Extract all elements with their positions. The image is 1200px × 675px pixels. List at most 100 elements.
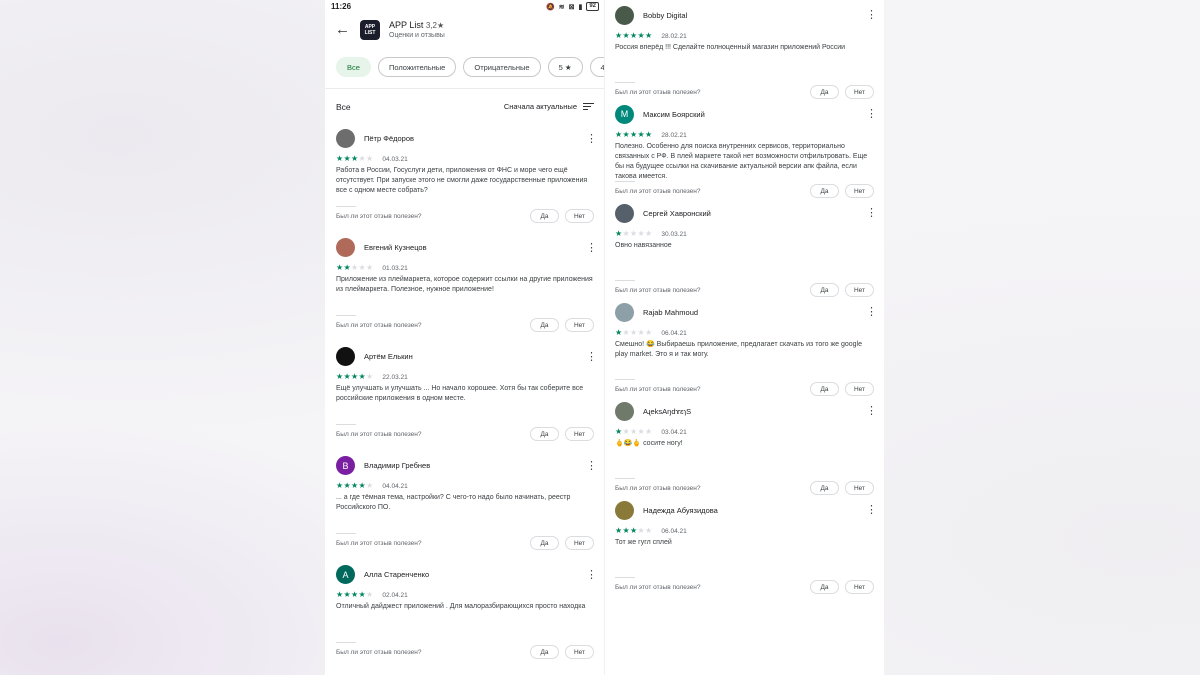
more-vert-icon[interactable]: ⋮ [866, 10, 877, 21]
status-icons: 🔕 ≋ ⊠ ▮ 92 [546, 2, 599, 11]
helpful-yes-button[interactable]: Да [810, 85, 839, 99]
star-icon: ★ [622, 229, 630, 238]
helpful-question: Был ли этот отзыв полезен? [615, 187, 701, 195]
helpful-question: Был ли этот отзыв полезен? [615, 385, 701, 393]
left-screen: 11:26 🔕 ≋ ⊠ ▮ 92 ← APP LIST APP List 3,2… [325, 0, 605, 675]
divider [336, 642, 356, 643]
helpful-question: Был ли этот отзыв полезен? [336, 430, 422, 438]
more-vert-icon[interactable]: ⋮ [866, 109, 877, 120]
helpful-question: Был ли этот отзыв полезен? [615, 286, 701, 294]
avatar [615, 5, 634, 25]
helpful-yes-button[interactable]: Да [530, 427, 559, 441]
helpful-row: Был ли этот отзыв полезен? Да Нет [336, 209, 594, 223]
divider [615, 577, 635, 578]
chip-4-stars[interactable]: 4 ★ [589, 57, 605, 77]
helpful-row: Был ли этот отзыв полезен? Да Нет [336, 645, 594, 659]
helpful-no-button[interactable]: Нет [565, 318, 594, 332]
divider [615, 82, 635, 83]
more-vert-icon[interactable]: ⋮ [586, 242, 597, 253]
sort-button[interactable]: Сначала актуальные [504, 102, 594, 111]
helpful-no-button[interactable]: Нет [845, 382, 874, 396]
star-icon: ★ [622, 427, 630, 436]
more-vert-icon[interactable]: ⋮ [586, 351, 597, 362]
helpful-no-button[interactable]: Нет [845, 85, 874, 99]
avatar [615, 500, 634, 520]
star-icon: ★ [622, 328, 630, 337]
divider [615, 478, 635, 479]
review-text: Ещё улучшать и улучшать ... Но начало хо… [336, 385, 584, 402]
star-rating: ★★★★★ [615, 32, 652, 40]
star-icon: ★ [622, 130, 630, 139]
helpful-yes-button[interactable]: Да [810, 382, 839, 396]
review-header: Rajab Mahmoud ⋮ [615, 297, 877, 327]
more-vert-icon[interactable]: ⋮ [586, 569, 597, 580]
helpful-no-button[interactable]: Нет [565, 645, 594, 659]
status-bar: 11:26 🔕 ≋ ⊠ ▮ 92 [325, 0, 605, 13]
rating-row: ★★★★★ 02.04.21 [336, 589, 594, 601]
section-title: Все [336, 101, 351, 112]
more-vert-icon[interactable]: ⋮ [586, 133, 597, 144]
star-rating: ★★★★★ [615, 527, 652, 535]
helpful-yes-button[interactable]: Да [530, 318, 559, 332]
helpful-yes-button[interactable]: Да [810, 580, 839, 594]
review-text: 🖕😂🖕 сосите ногу! [615, 440, 683, 447]
avatar [336, 129, 355, 148]
review-text: ... а где тёмная тема, настройки? С чего… [336, 494, 571, 511]
more-vert-icon[interactable]: ⋮ [866, 307, 877, 318]
more-vert-icon[interactable]: ⋮ [586, 460, 597, 471]
reviewer-name: Алла Старенченко [364, 570, 430, 579]
star-icon: ★ [365, 372, 374, 381]
app-logo: APP LIST [360, 19, 380, 40]
helpful-no-button[interactable]: Нет [565, 536, 594, 550]
helpful-no-button[interactable]: Нет [845, 184, 874, 198]
avatar [336, 238, 355, 257]
helpful-yes-button[interactable]: Да [810, 283, 839, 297]
star-icon: ★ [343, 372, 351, 381]
star-icon: ★ [358, 372, 366, 381]
review-date: 06.04.21 [661, 329, 687, 337]
avatar [615, 203, 634, 223]
rating-row: ★★★★★ 30.03.21 [615, 228, 874, 240]
helpful-no-button[interactable]: Нет [845, 283, 874, 297]
helpful-yes-button[interactable]: Да [810, 184, 839, 198]
chip-all[interactable]: Все [336, 57, 371, 77]
star-icon: ★ [644, 328, 653, 337]
review-text: Полезно. Особенно для поиска внутренних … [615, 143, 868, 180]
review-text: Овно навязанное [615, 242, 672, 249]
star-rating: ★★★★★ [615, 428, 652, 436]
more-vert-icon[interactable]: ⋮ [866, 208, 877, 219]
more-vert-icon[interactable]: ⋮ [866, 505, 877, 516]
more-vert-icon[interactable]: ⋮ [866, 406, 877, 417]
helpful-no-button[interactable]: Нет [845, 481, 874, 495]
review-text: Смешно! 😂 Выбираешь приложение, предлага… [615, 341, 862, 358]
star-icon: ★ [358, 154, 366, 163]
helpful-no-button[interactable]: Нет [565, 209, 594, 223]
helpful-yes-button[interactable]: Да [810, 481, 839, 495]
review-date: 04.03.21 [382, 155, 408, 163]
helpful-row: Был ли этот отзыв полезен? Да Нет [615, 85, 874, 99]
review-item: Артём Елькин ⋮ ★★★★★ 22.03.21 Ещё улучшать и… [325, 342, 605, 451]
star-icon: ★ [622, 31, 630, 40]
helpful-yes-button[interactable]: Да [530, 209, 559, 223]
star-icon: ★ [644, 229, 653, 238]
chip-5-stars[interactable]: 5 ★ [547, 57, 583, 77]
star-icon: ★ [637, 526, 645, 535]
star-rating: ★★★★★ [615, 131, 652, 139]
helpful-no-button[interactable]: Нет [565, 427, 594, 441]
back-arrow-icon[interactable]: ← [335, 21, 351, 38]
app-subtitle: Оценки и отзывы [389, 32, 445, 39]
star-icon: ★ [343, 263, 351, 272]
helpful-row: Был ли этот отзыв полезен? Да Нет [336, 427, 594, 441]
review-text: Тот же гугл сплей [615, 539, 672, 546]
avatar [615, 401, 634, 421]
helpful-no-button[interactable]: Нет [845, 580, 874, 594]
reviewer-name: Владимир Гребнев [364, 461, 431, 470]
review-item: В Владимир Гребнев ⋮ ★★★★★ 04.04.21 ... а где… [325, 451, 605, 560]
avatar [615, 302, 634, 322]
chip-negative[interactable]: Отрицательные [463, 57, 541, 77]
star-rating: ★★★★★ [336, 155, 373, 163]
star-rating: ★★★★★ [336, 264, 373, 272]
helpful-yes-button[interactable]: Да [530, 536, 559, 550]
chip-positive[interactable]: Положительные [377, 57, 457, 77]
helpful-yes-button[interactable]: Да [530, 645, 559, 659]
